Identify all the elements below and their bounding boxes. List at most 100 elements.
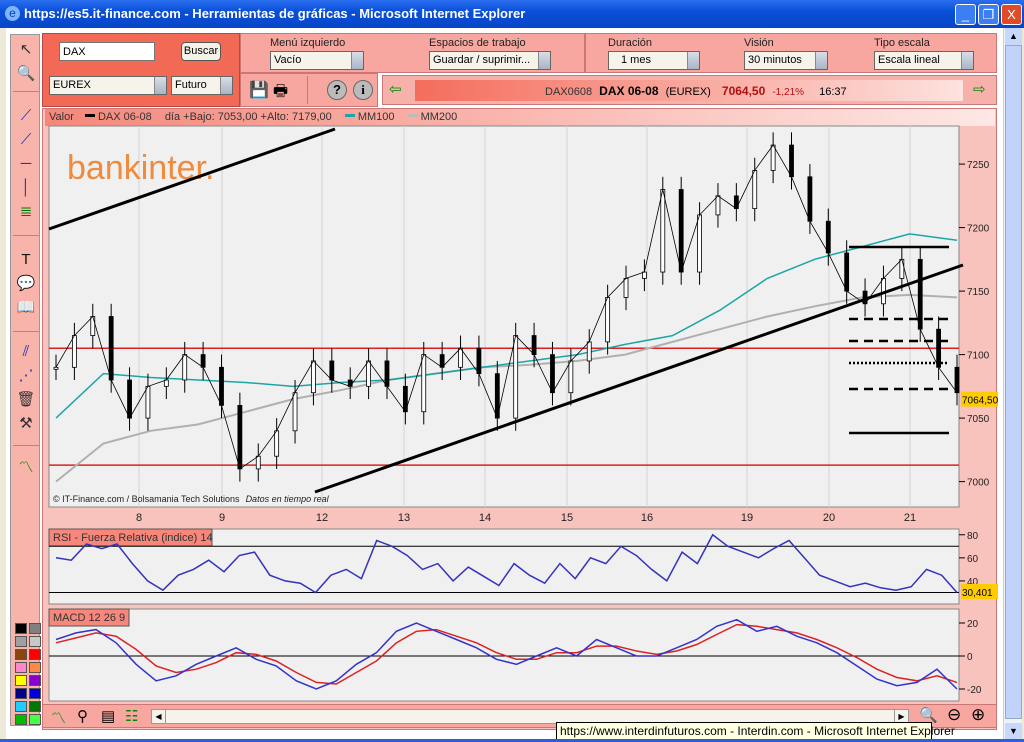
workspaces-label: Espacios de trabajo	[429, 37, 526, 49]
scroll-left-button[interactable]: ◀	[152, 710, 166, 723]
candle	[642, 271, 647, 279]
color-swatch[interactable]	[15, 688, 27, 699]
comment-tool-icon[interactable]: 💬	[15, 273, 37, 295]
x-tick-label: 21	[904, 512, 916, 524]
color-swatch[interactable]	[29, 649, 41, 660]
color-swatch[interactable]	[15, 636, 27, 647]
macd-y-tick-label: 20	[967, 619, 979, 630]
candle	[329, 360, 335, 381]
quote-code: DAX0608	[545, 86, 593, 98]
help-icon[interactable]: ?	[327, 80, 347, 100]
candle	[366, 360, 371, 387]
chevron-down-icon	[961, 52, 973, 69]
color-swatch[interactable]	[29, 688, 41, 699]
status-tooltip: https://www.interdinfuturos.com - Interd…	[556, 722, 955, 740]
quote-panel: ⇦ DAX0608 DAX 06-08 (EUREX) 7064,50 -1,2…	[382, 75, 997, 105]
points-tool-icon[interactable]: ⋰	[15, 365, 37, 387]
workspaces-select[interactable]: Guardar / suprimir...	[429, 51, 551, 70]
x-tick-label: 12	[316, 512, 328, 524]
color-swatch[interactable]	[15, 649, 27, 660]
color-swatch[interactable]	[29, 636, 41, 647]
zoom-in-icon[interactable]: ⊕	[971, 705, 985, 725]
x-tick-label: 13	[398, 512, 410, 524]
restore-button[interactable]: ❐	[978, 4, 999, 25]
info-icon[interactable]: i	[353, 80, 373, 100]
fibonacci-tool-icon[interactable]: ≣	[15, 201, 37, 223]
trendline-extended-tool-icon[interactable]: ⟋	[15, 129, 37, 151]
candle	[347, 379, 353, 387]
y-tick-label: 7000	[967, 478, 990, 489]
vision-value: 30 minutos	[748, 54, 802, 66]
candle	[697, 214, 702, 273]
chevron-down-icon	[154, 77, 166, 94]
x-tick-label: 9	[219, 512, 225, 524]
color-swatch[interactable]	[29, 662, 41, 673]
candle	[550, 354, 555, 394]
x-tick-label: 15	[561, 512, 573, 524]
chart-svg[interactable]: 8 9 12 13 14 15 16 19 20 21 7000 7050 7100 7150 7200 72…	[43, 109, 998, 705]
tools-icon[interactable]: ⚒	[15, 413, 37, 435]
text-tool-icon[interactable]: T	[15, 249, 37, 271]
color-swatch[interactable]	[29, 675, 41, 686]
color-swatch[interactable]	[29, 714, 41, 725]
close-button[interactable]: X	[1001, 4, 1022, 25]
market-select[interactable]: EUREX	[49, 76, 167, 95]
color-swatch[interactable]	[29, 623, 41, 634]
vertical-line-tool-icon[interactable]: │	[15, 177, 37, 199]
menu-panel: Menú izquierdo Vacío Espacios de trabajo…	[240, 33, 585, 73]
vision-select[interactable]: 30 minutos	[744, 51, 828, 70]
pointer-tool-icon[interactable]: ↖	[15, 39, 37, 61]
candle	[954, 366, 960, 394]
y-tick-label: 7250	[967, 160, 990, 171]
candle	[715, 195, 721, 216]
indicator-icon[interactable]: ⚲	[77, 707, 88, 725]
candle	[789, 144, 794, 178]
layers-icon[interactable]: ☷	[125, 707, 138, 725]
parallel-lines-tool-icon[interactable]: ⫽	[15, 341, 37, 363]
quote-price: 7064,50	[721, 84, 766, 98]
candle	[531, 335, 537, 356]
trash-icon[interactable]: 🗑	[15, 389, 37, 411]
candle	[182, 354, 188, 381]
last-price-label: 7064,50	[962, 396, 998, 407]
search-button[interactable]: Buscar	[181, 42, 221, 61]
vertical-scrollbar[interactable]: ▲ ▼	[1003, 28, 1022, 740]
add-chart-icon[interactable]: 〽	[51, 707, 66, 728]
save-icon[interactable]: 💾	[249, 80, 269, 100]
workspaces-value: Guardar / suprimir...	[433, 54, 531, 66]
trendline-tool-icon[interactable]: ⟋	[15, 105, 37, 127]
color-swatch[interactable]	[15, 714, 27, 725]
print-icon[interactable]: 🖶	[273, 80, 288, 107]
zoom-out-icon[interactable]: ⊖	[947, 705, 961, 725]
scroll-down-button[interactable]: ▼	[1005, 723, 1022, 740]
horizontal-line-tool-icon[interactable]: ─	[15, 153, 37, 175]
color-swatch[interactable]	[15, 623, 27, 634]
left-menu-value: Vacío	[274, 54, 302, 66]
macd-y-tick-label: -20	[967, 685, 982, 696]
previous-chart-arrow-icon[interactable]: ⇦	[389, 80, 402, 98]
instrument-type-select[interactable]: Futuro	[171, 76, 233, 95]
scroll-up-button[interactable]: ▲	[1005, 28, 1022, 45]
color-swatch[interactable]	[15, 662, 27, 673]
chart-style-icon[interactable]: 〽	[15, 457, 37, 479]
next-chart-arrow-icon[interactable]: ⇨	[973, 80, 986, 98]
y-tick-label: 7100	[967, 351, 990, 362]
color-swatch[interactable]	[29, 701, 41, 712]
scroll-thumb[interactable]	[1005, 45, 1022, 719]
color-swatch[interactable]	[15, 675, 27, 686]
symbol-search-input[interactable]	[59, 42, 155, 61]
compare-icon[interactable]: ▤	[101, 707, 115, 725]
book-tool-icon[interactable]: 📖	[15, 297, 37, 319]
scale-select[interactable]: Escala lineal	[874, 51, 974, 70]
candle	[127, 379, 132, 419]
minimize-button[interactable]: _	[955, 4, 976, 25]
left-menu-label: Menú izquierdo	[270, 37, 346, 49]
left-menu-select[interactable]: Vacío	[270, 51, 364, 70]
chevron-down-icon	[538, 52, 550, 69]
color-swatch[interactable]	[15, 701, 27, 712]
y-tick-label: 7150	[967, 287, 990, 298]
zoom-tool-icon[interactable]: 🔍	[15, 63, 37, 85]
chevron-down-icon	[815, 52, 827, 69]
duration-select[interactable]: 1 mes	[608, 51, 700, 70]
candle	[421, 354, 427, 413]
